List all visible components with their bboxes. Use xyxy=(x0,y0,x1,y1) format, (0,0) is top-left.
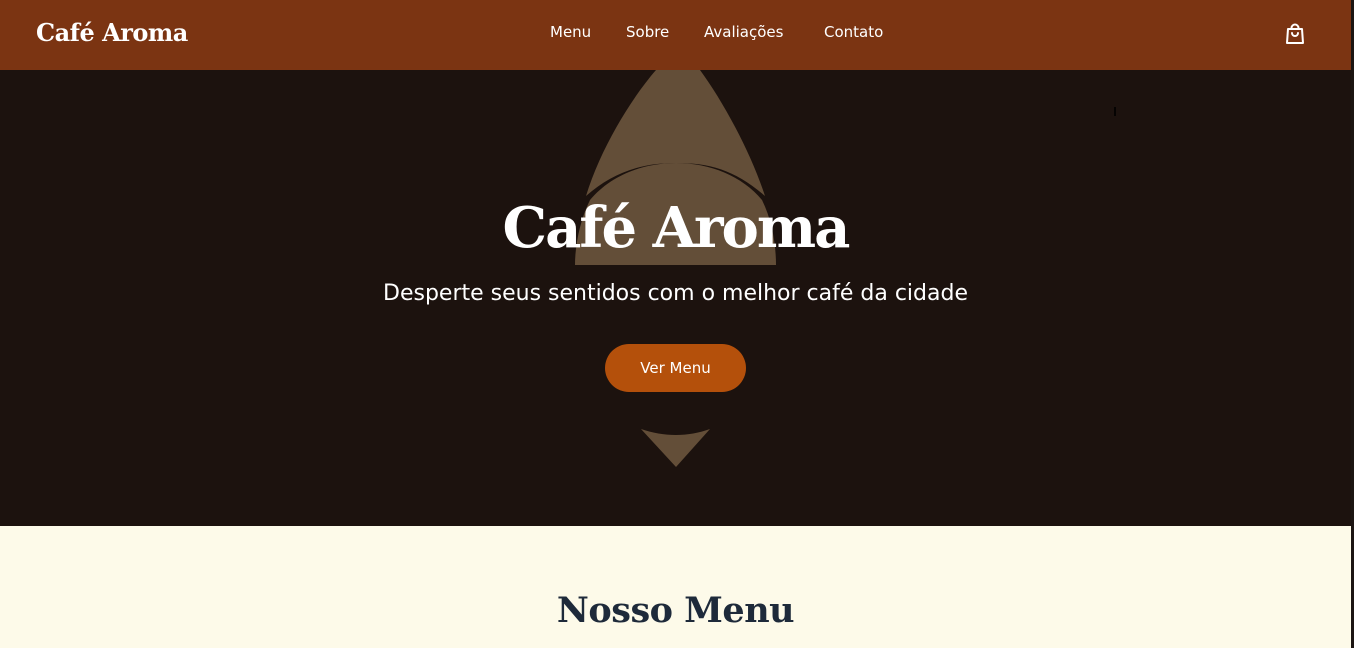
hero-title: Café Aroma xyxy=(502,195,851,261)
top-navbar: Café Aroma Menu Sobre Avaliações Contato xyxy=(0,0,1351,70)
view-menu-button[interactable]: Ver Menu xyxy=(605,344,746,392)
nav-link-contato[interactable]: Contato xyxy=(824,23,883,41)
main-nav: Menu Sobre Avaliações Contato xyxy=(0,23,1351,45)
nav-link-sobre[interactable]: Sobre xyxy=(626,23,669,41)
nav-link-menu[interactable]: Menu xyxy=(550,23,591,41)
nav-link-avaliacoes[interactable]: Avaliações xyxy=(704,23,783,41)
hero-subtitle: Desperte seus sentidos com o melhor café… xyxy=(383,281,968,306)
hero-cursor-mark xyxy=(1114,107,1116,116)
menu-section-title: Nosso Menu xyxy=(556,590,795,631)
shopping-bag-icon[interactable] xyxy=(1283,22,1307,46)
menu-section: Nosso Menu xyxy=(0,526,1351,648)
hero-section: Café Aroma Desperte seus sentidos com o … xyxy=(0,70,1351,526)
